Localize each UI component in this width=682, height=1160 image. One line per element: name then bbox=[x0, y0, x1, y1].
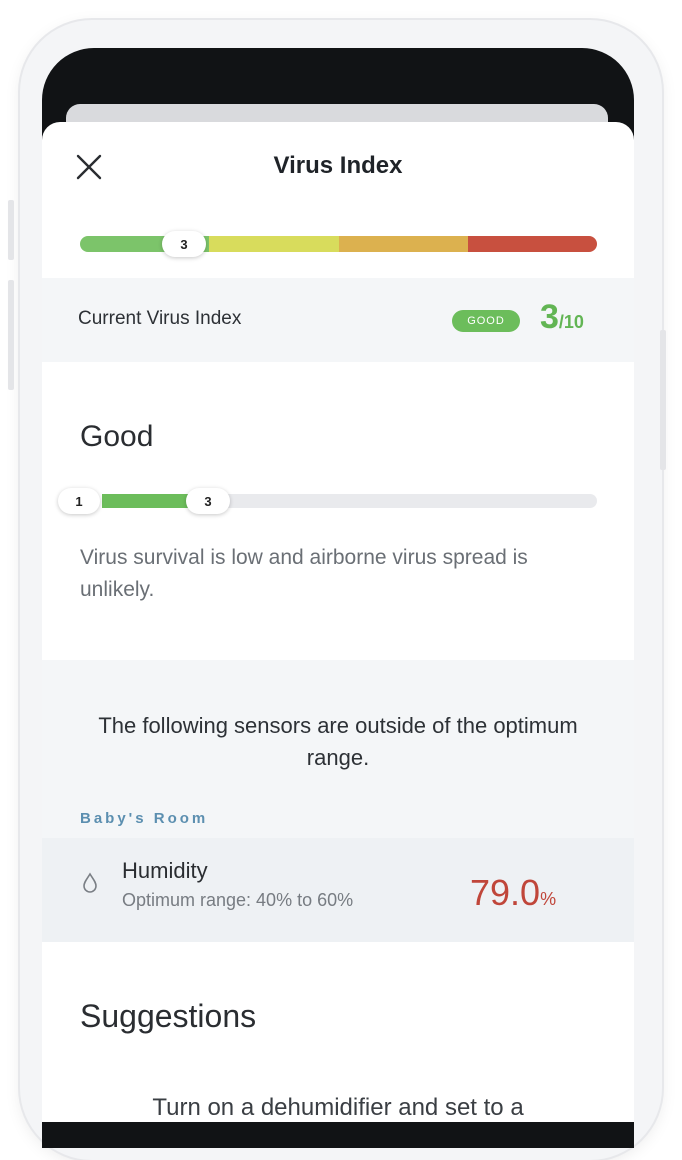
virus-index-scale bbox=[80, 236, 597, 252]
sensor-row-humidity[interactable]: Humidity Optimum range: 40% to 60% 79.0% bbox=[42, 838, 634, 942]
water-drop-icon bbox=[83, 872, 97, 893]
level-min-marker: 1 bbox=[58, 488, 100, 514]
side-button bbox=[660, 330, 666, 470]
current-index-row: Current Virus Index GOOD 3/10 bbox=[42, 278, 634, 362]
page-title: Virus Index bbox=[273, 152, 403, 179]
sensor-value-number: 79.0 bbox=[470, 872, 541, 913]
scale-segment-moderate bbox=[209, 236, 339, 252]
sensor-value: 79.0% bbox=[470, 872, 556, 914]
current-index-score: 3/10 bbox=[540, 298, 584, 337]
virus-index-sheet: Virus Index 3 Current Virus Index GOOD 3… bbox=[42, 122, 634, 1122]
sensors-notice: The following sensors are outside of the… bbox=[98, 713, 578, 770]
scale-indicator: 3 bbox=[162, 231, 206, 257]
sensors-panel: The following sensors are outside of the… bbox=[42, 660, 634, 942]
sensor-name: Humidity bbox=[122, 858, 208, 883]
side-button bbox=[8, 280, 14, 390]
level-description: Virus survival is low and airborne virus… bbox=[80, 546, 528, 601]
side-button bbox=[8, 200, 14, 260]
suggestion-text: Turn on a dehumidifier and set to a bbox=[152, 1094, 524, 1121]
score-value: 3 bbox=[540, 298, 559, 336]
level-title: Good bbox=[80, 420, 154, 453]
scale-segment-very-high bbox=[467, 236, 597, 252]
scale-segment-high bbox=[338, 236, 468, 252]
room-label: Baby's Room bbox=[80, 810, 209, 827]
score-denominator: /10 bbox=[558, 312, 584, 332]
level-value-marker: 3 bbox=[186, 488, 230, 514]
sensor-optimum-range: Optimum range: 40% to 60% bbox=[122, 890, 354, 910]
suggestions-title: Suggestions bbox=[80, 998, 257, 1034]
sensor-value-unit: % bbox=[540, 889, 557, 909]
status-badge: GOOD bbox=[452, 310, 520, 332]
current-index-label: Current Virus Index bbox=[78, 308, 242, 329]
